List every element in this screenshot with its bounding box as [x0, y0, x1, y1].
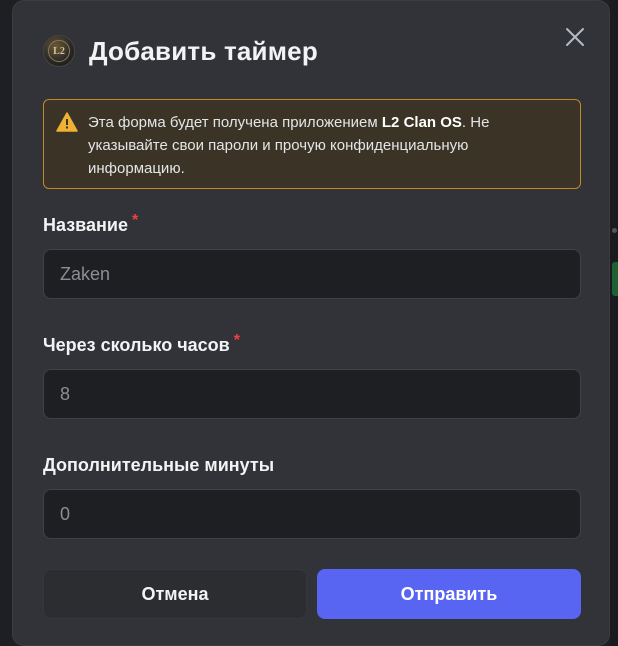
modal-title: Добавить таймер: [89, 35, 318, 66]
field-label-minutes-text: Дополнительные минуты: [43, 455, 275, 475]
warning-app-name: L2 Clan OS: [381, 114, 462, 131]
field-label-hours-text: Через сколько часов: [43, 335, 230, 355]
app-logo-icon: L2: [43, 35, 75, 67]
warning-banner: Эта форма будет получена приложением L2 …: [43, 99, 581, 189]
field-label-minutes: Дополнительные минуты: [43, 455, 274, 476]
field-label-hours: Через сколько часов *: [43, 332, 240, 356]
background-app-edge: [610, 0, 618, 646]
close-button[interactable]: [563, 25, 587, 49]
required-asterisk: *: [233, 332, 240, 349]
close-icon: [566, 28, 584, 46]
app-logo-ring: [48, 40, 70, 62]
warning-triangle-icon: [56, 112, 78, 132]
name-input[interactable]: [43, 249, 581, 299]
background-indicator-dot: [612, 228, 617, 233]
field-label-name-text: Название: [43, 215, 128, 235]
hours-input[interactable]: [43, 369, 581, 419]
required-asterisk: *: [131, 212, 139, 229]
minutes-input[interactable]: [43, 489, 581, 539]
submit-button[interactable]: Отправить: [317, 569, 581, 619]
warning-text-before: Эта форма будет получена приложением: [88, 114, 382, 131]
warning-text: Эта форма будет получена приложением L2 …: [88, 114, 489, 177]
modal-header: L2 Добавить таймер: [43, 33, 318, 69]
background-green-element: [612, 262, 618, 296]
cancel-button[interactable]: Отмена: [43, 569, 307, 619]
add-timer-modal: L2 Добавить таймер Эта форма будет получ…: [12, 0, 610, 646]
field-label-name: Название *: [43, 212, 139, 236]
